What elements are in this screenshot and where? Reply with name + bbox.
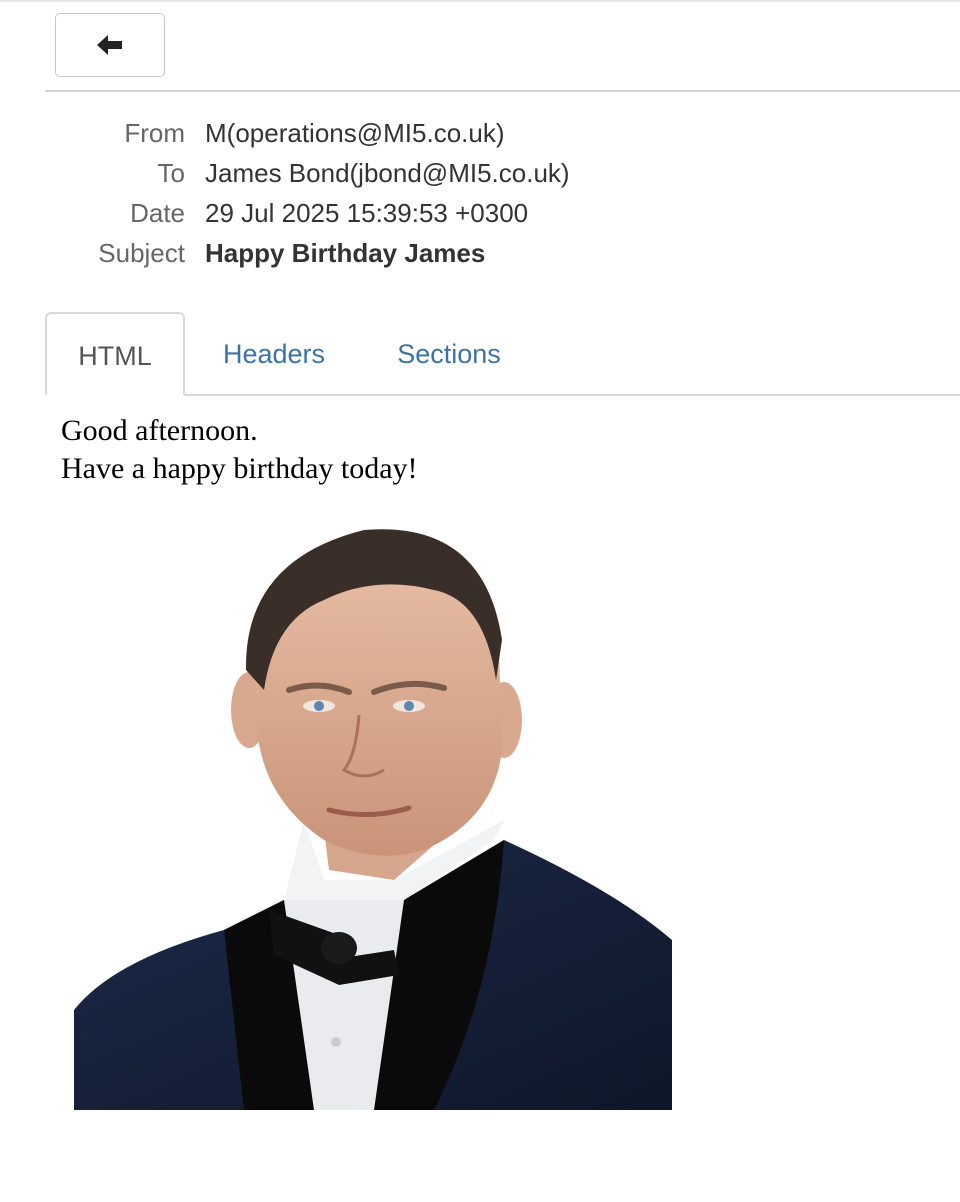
date-value: 29 Jul 2025 15:39:53 +0300	[205, 198, 529, 228]
subject-value: Happy Birthday James	[205, 238, 486, 268]
portrait-image	[74, 520, 674, 1112]
from-row: From M(operations@MI5.co.uk)	[0, 113, 960, 153]
message-body: Good afternoon. Have a happy birthday to…	[61, 412, 418, 488]
to-value: James Bond(jbond@MI5.co.uk)	[205, 158, 570, 188]
back-button[interactable]	[55, 13, 165, 77]
tab-headers[interactable]: Headers	[205, 312, 343, 396]
message-headers: From M(operations@MI5.co.uk) To James Bo…	[0, 113, 960, 273]
to-row: To James Bond(jbond@MI5.co.uk)	[0, 153, 960, 193]
toolbar	[0, 0, 960, 92]
arrow-left-icon	[95, 33, 125, 57]
tab-sections[interactable]: Sections	[377, 312, 521, 396]
subject-row: Subject Happy Birthday James	[0, 233, 960, 273]
tab-html[interactable]: HTML	[45, 312, 185, 396]
from-value: M(operations@MI5.co.uk)	[205, 118, 505, 148]
date-row: Date 29 Jul 2025 15:39:53 +0300	[0, 193, 960, 233]
date-label: Date	[130, 198, 185, 228]
subject-label: Subject	[98, 238, 185, 268]
to-label: To	[157, 158, 185, 188]
message-line-1: Good afternoon.	[61, 414, 258, 447]
message-line-2: Have a happy birthday today!	[61, 452, 418, 485]
header-divider	[45, 90, 960, 92]
view-tabs: HTML Headers Sections	[45, 312, 960, 396]
from-label: From	[124, 118, 185, 148]
